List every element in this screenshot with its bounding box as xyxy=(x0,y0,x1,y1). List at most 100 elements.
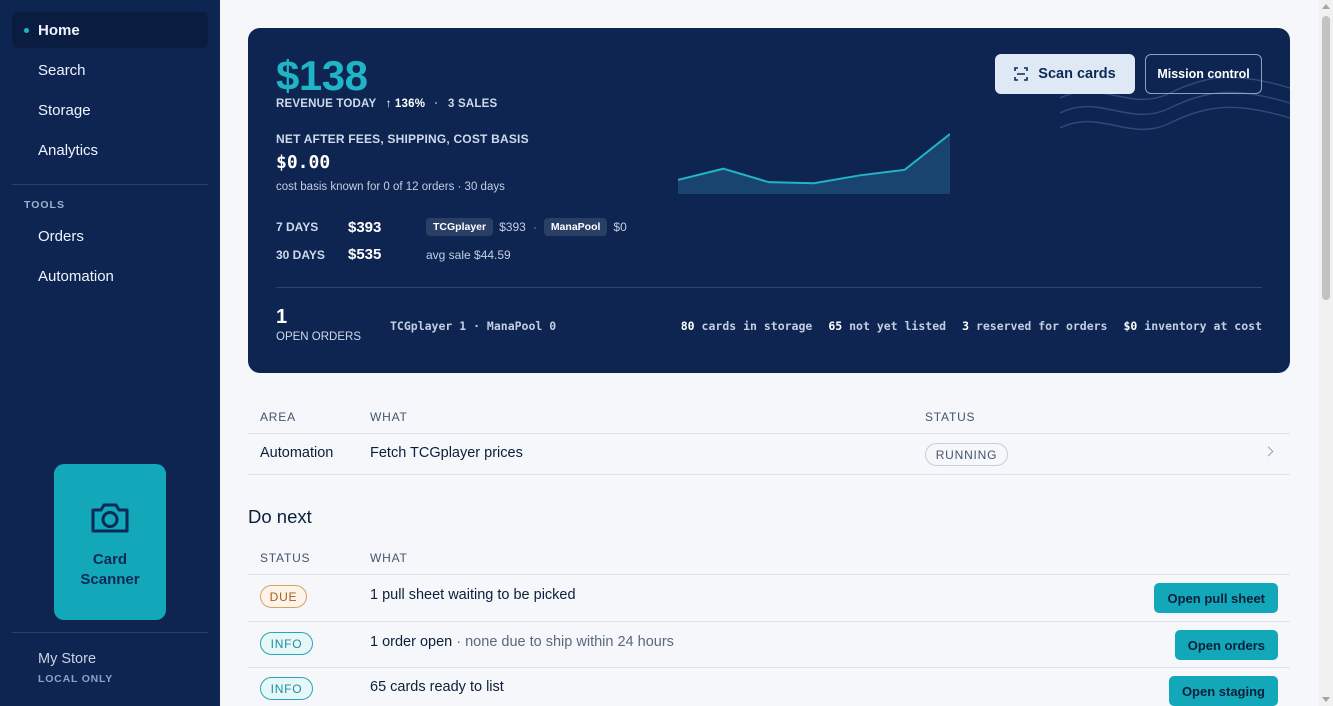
table-row: INFO 1 order open · none due to ship wit… xyxy=(248,622,1290,668)
inventory-value: 65 xyxy=(828,319,843,333)
hero-divider xyxy=(276,287,1262,288)
separator-dot: · xyxy=(532,220,537,234)
row-what: 1 pull sheet waiting to be picked xyxy=(370,587,576,603)
chevron-right-icon xyxy=(1263,446,1274,457)
open-orders-count: 1 xyxy=(276,306,288,328)
revenue-change: ↑ 136% xyxy=(385,98,426,110)
column-header-what: WHAT xyxy=(370,410,408,424)
sidebar-item-orders[interactable]: Orders xyxy=(12,218,208,254)
scan-cards-button[interactable]: Scan cards xyxy=(995,54,1135,94)
revenue-sparkline xyxy=(678,133,950,194)
table-divider xyxy=(248,474,1290,475)
store-name[interactable]: My Store xyxy=(38,651,96,667)
platform-chip: TCGplayer xyxy=(426,218,494,236)
inventory-label: reserved for orders xyxy=(975,319,1108,333)
column-header-status: STATUS xyxy=(925,410,976,424)
activity-table: AREA WHAT STATUS Automation Fetch TCGpla… xyxy=(248,400,1290,475)
stat-amount: $535 xyxy=(348,246,382,263)
open-staging-button[interactable]: Open staging xyxy=(1168,676,1278,706)
sidebar-item-automation[interactable]: Automation xyxy=(12,258,208,294)
column-header-what: WHAT xyxy=(370,551,408,565)
status-badge: INFO xyxy=(260,677,313,700)
sidebar-item-label: Analytics xyxy=(38,141,99,159)
sidebar-item-search[interactable]: Search xyxy=(12,52,208,88)
sidebar-item-analytics[interactable]: Analytics xyxy=(12,132,208,168)
revenue-label: REVENUE TODAY xyxy=(276,98,377,110)
platform-orders: TCGplayer 1 · ManaPool 0 xyxy=(390,319,557,333)
sidebar-item-label: Orders xyxy=(38,227,84,245)
inventory-summary: 80 cards in storage 65 not yet listed 3 … xyxy=(681,319,1262,333)
revenue-today-value: $138 xyxy=(276,52,368,99)
sparkline-area xyxy=(678,134,950,194)
platform-amount: $0 xyxy=(613,220,627,234)
sidebar-item-label: Home xyxy=(38,21,80,39)
inventory-label: not yet listed xyxy=(849,319,947,333)
sidebar-item-label: Storage xyxy=(38,101,91,119)
row-what-main: 1 order open xyxy=(370,634,453,650)
stat-period: 7 DAYS xyxy=(276,220,319,234)
net-label: NET AFTER FEES, SHIPPING, COST BASIS xyxy=(276,132,529,146)
platform-chip: ManaPool xyxy=(543,218,608,236)
separator-dot: · xyxy=(434,98,439,110)
sidebar-item-label: Automation xyxy=(38,267,114,285)
avg-sale: avg sale $44.59 xyxy=(426,247,511,262)
page-scrollbar[interactable] xyxy=(1319,0,1333,706)
status-badge: INFO xyxy=(260,632,313,655)
table-row[interactable]: Automation Fetch TCGplayer prices RUNNIN… xyxy=(248,434,1290,474)
camera-icon xyxy=(91,503,129,533)
stat-row-7-days: 7 DAYS $393 TCGplayer $393 · ManaPool $0 xyxy=(276,218,627,236)
sidebar-divider xyxy=(12,632,208,633)
stat-amount: $393 xyxy=(348,218,382,236)
sidebar-item-label: Search xyxy=(38,61,86,79)
stat-row-30-days: 30 DAYS $535 avg sale $44.59 xyxy=(276,246,511,263)
scan-cards-label: Scan cards xyxy=(1038,66,1116,82)
inventory-stat: $0 inventory at cost xyxy=(1124,319,1263,333)
mission-control-button[interactable]: Mission control xyxy=(1145,54,1262,94)
inventory-stat: 80 cards in storage xyxy=(681,319,813,333)
row-what: 65 cards ready to list xyxy=(370,679,504,695)
inventory-stat: 65 not yet listed xyxy=(828,319,946,333)
stat-period: 30 DAYS xyxy=(276,247,325,262)
mission-control-label: Mission control xyxy=(1157,67,1250,81)
table-row: DUE 1 pull sheet waiting to be picked Op… xyxy=(248,575,1290,621)
row-what: Fetch TCGplayer prices xyxy=(370,445,523,461)
net-value: $0.00 xyxy=(276,152,331,173)
scrollbar-thumb[interactable] xyxy=(1322,16,1330,300)
scroll-down-icon[interactable] xyxy=(1322,697,1330,702)
inventory-value: 80 xyxy=(680,319,695,333)
table-row: INFO 65 cards ready to list Open staging xyxy=(248,668,1290,706)
inventory-label: cards in storage xyxy=(701,319,813,333)
card-scanner-button[interactable]: Card Scanner xyxy=(54,464,166,620)
tools-heading: TOOLS xyxy=(24,199,65,211)
column-header-status: STATUS xyxy=(260,551,311,565)
row-what-main: 1 pull sheet waiting to be picked xyxy=(370,587,576,603)
revenue-subline: REVENUE TODAY ↑ 136% · 3 SALES xyxy=(276,98,497,110)
sales-count: 3 SALES xyxy=(447,98,498,110)
open-orders-label: OPEN ORDERS xyxy=(276,331,361,343)
status-badge: DUE xyxy=(260,585,307,608)
platform-breakdown: TCGplayer $393 · ManaPool $0 xyxy=(426,218,627,236)
status-badge: RUNNING xyxy=(925,443,1008,466)
open-orders-button[interactable]: Open orders xyxy=(1174,630,1278,660)
do-next-table: STATUS WHAT DUE 1 pull sheet waiting to … xyxy=(248,541,1290,706)
row-area: Automation xyxy=(260,445,334,461)
inventory-stat: 3 reserved for orders xyxy=(962,319,1107,333)
revenue-hero-card: $138 REVENUE TODAY ↑ 136% · 3 SALES NET … xyxy=(248,28,1290,373)
platform-amount: $393 xyxy=(499,220,526,234)
card-scanner-label-line2: Scanner xyxy=(80,571,140,588)
sidebar-item-home[interactable]: Home xyxy=(12,12,208,48)
card-scanner-label: Card Scanner xyxy=(80,550,139,590)
row-what-detail: · none due to ship within 24 hours xyxy=(452,634,674,650)
sidebar-divider xyxy=(12,184,208,185)
net-note: cost basis known for 0 of 12 orders · 30… xyxy=(276,181,505,193)
row-what: 1 order open · none due to ship within 2… xyxy=(370,634,674,650)
scroll-up-icon[interactable] xyxy=(1322,4,1330,9)
card-scanner-label-line1: Card xyxy=(92,551,128,568)
sidebar-item-storage[interactable]: Storage xyxy=(12,92,208,128)
row-what-main: 65 cards ready to list xyxy=(370,679,504,695)
inventory-value: 3 xyxy=(962,319,969,333)
column-header-area: AREA xyxy=(260,410,296,424)
open-pull-sheet-button[interactable]: Open pull sheet xyxy=(1154,583,1278,613)
sidebar: Home Search Storage Analytics TOOLS Orde… xyxy=(0,0,220,706)
store-mode: LOCAL ONLY xyxy=(38,673,114,685)
